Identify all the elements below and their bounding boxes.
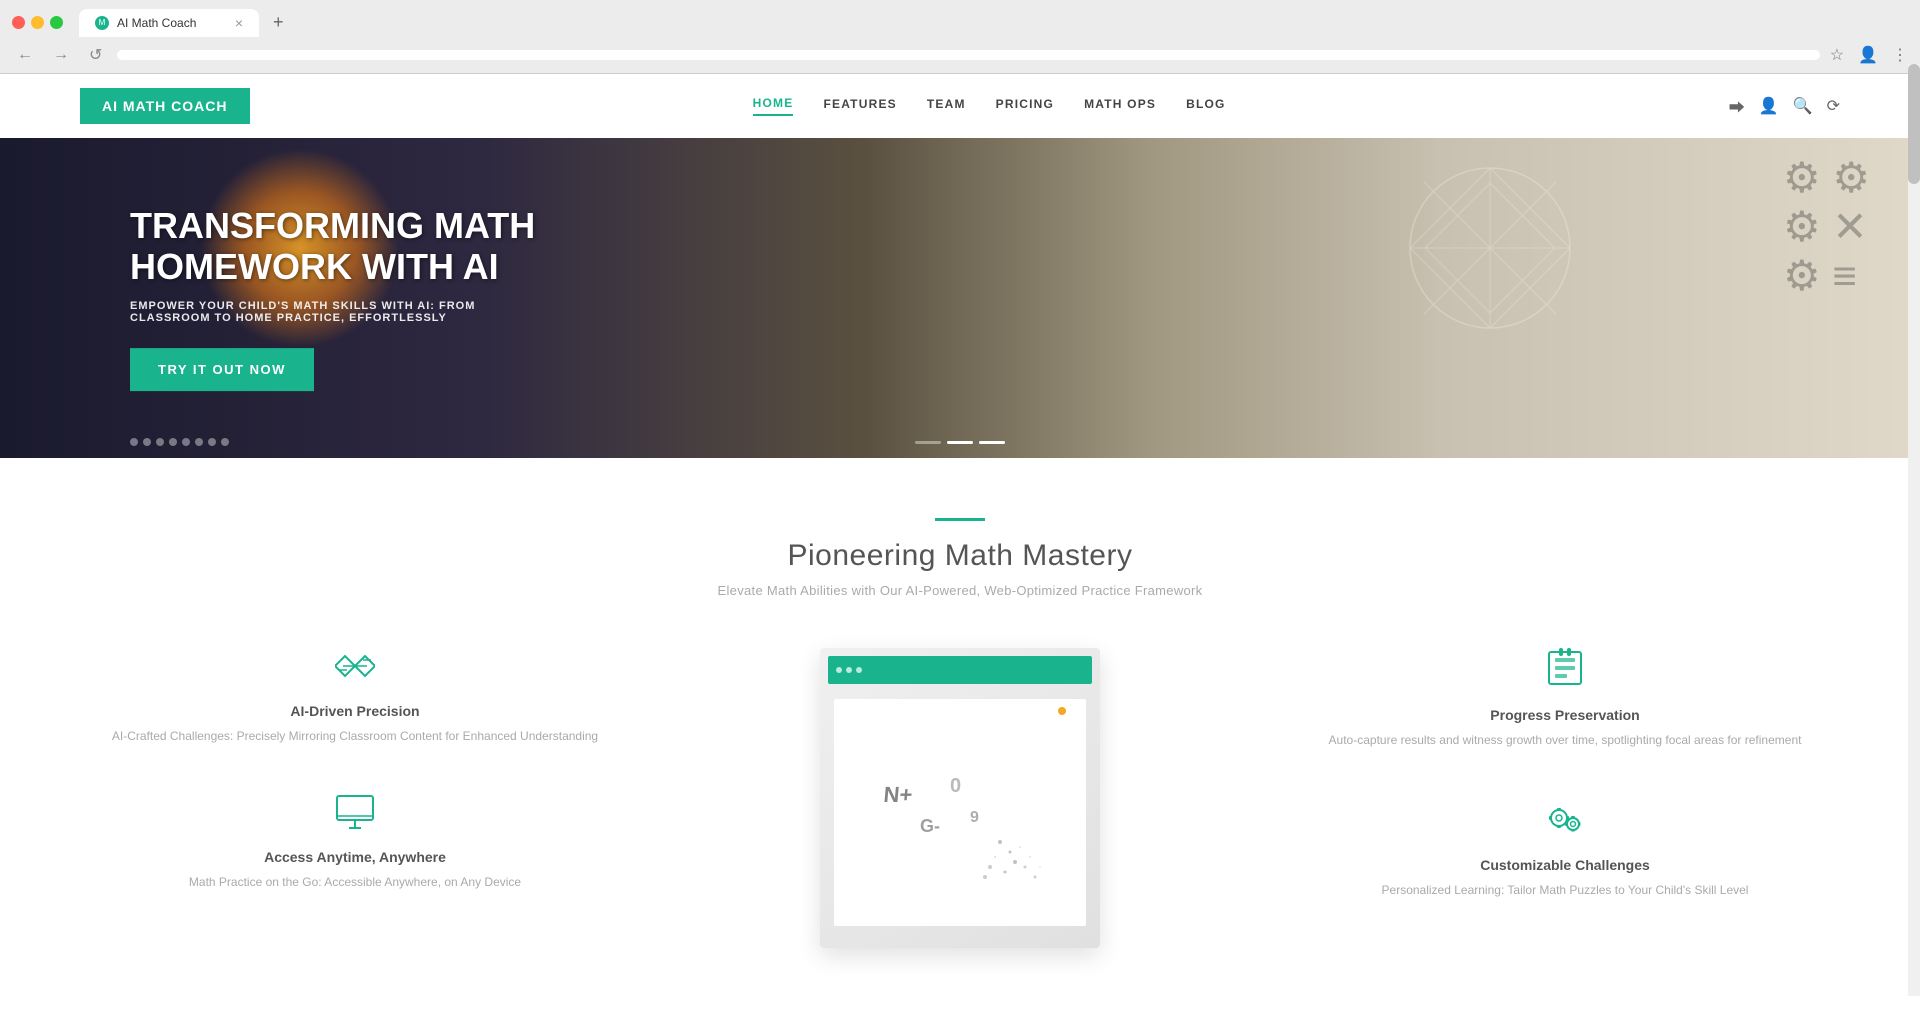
search-icon[interactable]: 🔍 <box>1793 96 1813 116</box>
bookmark-icon[interactable]: ☆ <box>1830 45 1844 65</box>
minimize-window-button[interactable] <box>31 16 44 29</box>
math-book-visual: N+ G- 0 9 <box>820 648 1100 948</box>
slide-dot-1[interactable] <box>130 438 138 446</box>
slide-dot-6[interactable] <box>195 438 203 446</box>
hero-title: TRANSFORMING MATH HOMEWORK WITH AI <box>130 205 550 288</box>
svg-text:0: 0 <box>950 775 961 797</box>
slide-dot-3[interactable] <box>156 438 164 446</box>
site-header: AI MATH COACH HOME FEATURES TEAM PRICING… <box>0 74 1920 138</box>
features-right-col: Progress Preservation Auto-capture resul… <box>1290 648 1840 900</box>
ai-precision-title: AI-Driven Precision <box>100 703 610 719</box>
orange-dot-accent <box>1058 707 1066 715</box>
access-anywhere-icon <box>100 794 610 839</box>
browser-action-icons: ☆ 👤 ⋮ <box>1830 45 1908 65</box>
forward-button[interactable]: → <box>48 44 74 66</box>
section-accent-line <box>935 518 985 521</box>
hero-progress-2[interactable] <box>947 441 973 444</box>
back-button[interactable]: ← <box>12 44 38 66</box>
maximize-window-button[interactable] <box>50 16 63 29</box>
browser-tabs-bar: M AI Math Coach × + <box>0 8 1920 37</box>
math-visual-container: N+ G- 0 9 <box>820 648 1100 948</box>
hero-cta-button[interactable]: TRY IT OUT NOW <box>130 348 314 391</box>
ai-precision-desc: AI-Crafted Challenges: Precisely Mirrori… <box>100 727 610 746</box>
profile-icon[interactable]: 👤 <box>1858 45 1878 65</box>
new-tab-button[interactable]: + <box>265 8 292 37</box>
customizable-desc: Personalized Learning: Tailor Math Puzzl… <box>1310 881 1820 900</box>
feature-progress: Progress Preservation Auto-capture resul… <box>1290 648 1840 750</box>
tab-favicon: M <box>95 16 109 30</box>
main-nav: HOME FEATURES TEAM PRICING MATH OPS BLOG <box>250 96 1729 116</box>
tab-title: AI Math Coach <box>117 16 196 30</box>
section-subtitle: Elevate Math Abilities with Our AI-Power… <box>80 583 1840 598</box>
bar-dot-3 <box>856 667 862 673</box>
refresh-button[interactable]: ↺ <box>84 43 107 67</box>
section-header: Pioneering Math Mastery Elevate Math Abi… <box>80 518 1840 598</box>
nav-team[interactable]: TEAM <box>927 97 966 115</box>
nav-blog[interactable]: BLOG <box>1186 97 1225 115</box>
hero-subtitle: EMPOWER YOUR CHILD'S MATH SKILLS WITH AI… <box>130 300 550 324</box>
access-anywhere-desc: Math Practice on the Go: Accessible Anyw… <box>100 873 610 892</box>
url-input[interactable] <box>117 50 1819 60</box>
svg-text:9: 9 <box>970 809 979 826</box>
nav-pricing[interactable]: PRICING <box>996 97 1054 115</box>
math-scatter-svg: N+ G- 0 9 <box>860 722 1060 902</box>
hero-progress-3[interactable] <box>979 441 1005 444</box>
progress-title: Progress Preservation <box>1310 707 1820 723</box>
ai-precision-icon <box>100 648 610 693</box>
menu-icon[interactable]: ⋮ <box>1892 45 1908 65</box>
hero-section: ⚙ ⚙⚙ ✕⚙ ≡ TRANSFORMING MATH HOMEWORK WIT… <box>0 138 1920 458</box>
geometric-shape <box>1400 158 1580 338</box>
login-icon[interactable]: ⮕ <box>1729 94 1745 118</box>
bar-dot-1 <box>836 667 842 673</box>
close-window-button[interactable] <box>12 16 25 29</box>
scrollbar-thumb[interactable] <box>1908 64 1920 184</box>
features-left-col: AI-Driven Precision AI-Crafted Challenge… <box>80 648 630 892</box>
features-grid: AI-Driven Precision AI-Crafted Challenge… <box>80 648 1840 948</box>
feature-ai-precision: AI-Driven Precision AI-Crafted Challenge… <box>80 648 630 746</box>
progress-icon <box>1310 648 1820 697</box>
bar-dot-2 <box>846 667 852 673</box>
feature-access-anywhere: Access Anytime, Anywhere Math Practice o… <box>80 794 630 892</box>
browser-chrome: M AI Math Coach × + ← → ↺ ☆ 👤 ⋮ <box>0 0 1920 74</box>
scrollbar[interactable] <box>1908 64 1920 996</box>
customizable-title: Customizable Challenges <box>1310 857 1820 873</box>
slide-dot-4[interactable] <box>169 438 177 446</box>
nav-mathops[interactable]: MATH OPS <box>1084 97 1156 115</box>
access-anywhere-title: Access Anytime, Anywhere <box>100 849 610 865</box>
hero-progress-1[interactable] <box>915 441 941 444</box>
slide-indicators-left <box>130 438 229 446</box>
window-controls <box>12 16 63 29</box>
slide-dot-8[interactable] <box>221 438 229 446</box>
gear-decorations: ⚙ ⚙⚙ ✕⚙ ≡ <box>1783 153 1870 300</box>
active-tab[interactable]: M AI Math Coach × <box>79 9 259 37</box>
book-top-bar <box>828 656 1092 684</box>
svg-text:N+: N+ <box>883 782 914 807</box>
features-section: Pioneering Math Mastery Elevate Math Abi… <box>0 458 1920 1028</box>
customizable-icon <box>1310 798 1820 847</box>
logo-button[interactable]: AI MATH COACH <box>80 88 250 124</box>
nav-home[interactable]: HOME <box>753 96 794 116</box>
nav-features[interactable]: FEATURES <box>823 97 896 115</box>
hero-progress-dots <box>915 441 1005 444</box>
hero-content: TRANSFORMING MATH HOMEWORK WITH AI EMPOW… <box>130 205 550 391</box>
progress-desc: Auto-capture results and witness growth … <box>1310 731 1820 750</box>
address-bar: ← → ↺ ☆ 👤 ⋮ <box>0 37 1920 73</box>
features-center-image: N+ G- 0 9 <box>630 648 1290 948</box>
slide-dot-2[interactable] <box>143 438 151 446</box>
section-title: Pioneering Math Mastery <box>80 539 1840 573</box>
svg-text:G-: G- <box>920 816 940 836</box>
feature-customizable: Customizable Challenges Personalized Lea… <box>1290 798 1840 900</box>
translate-icon[interactable]: ⟳ <box>1827 96 1840 116</box>
slide-dot-7[interactable] <box>208 438 216 446</box>
slide-dot-5[interactable] <box>182 438 190 446</box>
user-icon[interactable]: 👤 <box>1759 96 1779 116</box>
book-page: N+ G- 0 9 <box>834 699 1086 926</box>
header-icon-actions: ⮕ 👤 🔍 ⟳ <box>1729 94 1840 118</box>
tab-close-button[interactable]: × <box>235 15 243 31</box>
